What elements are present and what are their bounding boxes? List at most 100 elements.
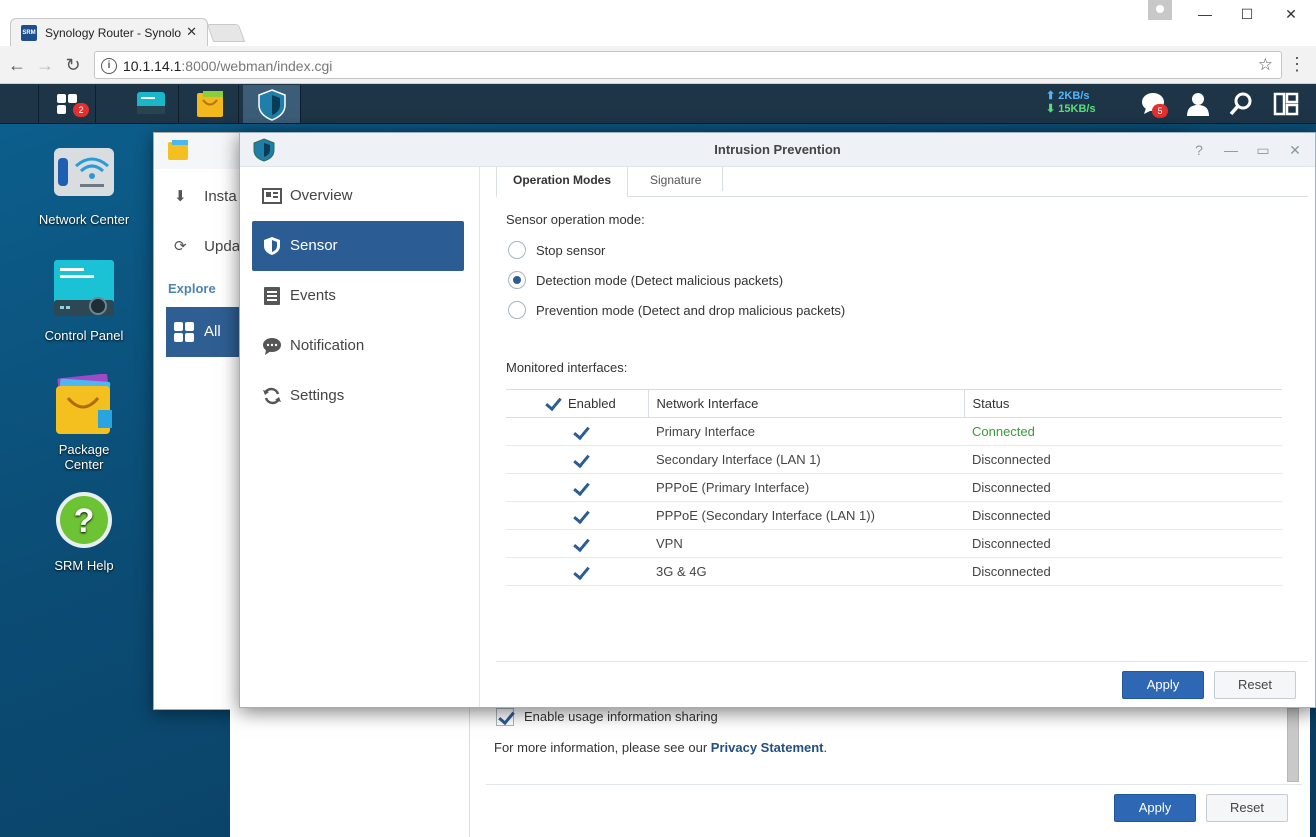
enabled-cell[interactable] — [506, 417, 648, 446]
profile-icon[interactable] — [1148, 0, 1172, 20]
enabled-cell[interactable] — [506, 557, 648, 586]
ips-sidebar: Overview Sensor Events Notification Sett… — [240, 167, 480, 707]
user-button[interactable] — [1184, 90, 1212, 118]
minimize-icon[interactable]: — — [1190, 4, 1220, 24]
package-sidebar-update[interactable]: ⟳ Upda — [174, 237, 240, 255]
search-icon — [1229, 92, 1252, 116]
interface-enabled-checkbox[interactable] — [572, 508, 590, 524]
enabled-cell[interactable] — [506, 529, 648, 558]
ips-titlebar[interactable]: Intrusion Prevention ? — ▭ ✕ — [240, 133, 1315, 167]
table-row[interactable]: VPN Disconnected — [506, 529, 1282, 558]
taskbar-control-panel[interactable] — [121, 85, 179, 123]
package-sidebar-all[interactable]: All — [166, 307, 246, 357]
download-rate-value: 15KB/s — [1058, 103, 1096, 115]
widgets-button[interactable] — [1272, 90, 1300, 118]
sidebar-item-label: Settings — [290, 387, 345, 404]
svg-text:?: ? — [74, 502, 95, 540]
close-window-icon[interactable]: ✕ — [1276, 4, 1306, 24]
list-icon — [264, 287, 280, 305]
sensor-mode-label: Sensor operation mode: — [506, 212, 645, 227]
package-sidebar-label: All — [204, 323, 221, 340]
sidebar-item-sensor[interactable]: Sensor — [252, 221, 464, 271]
table-row[interactable]: Primary Interface Connected — [506, 417, 1282, 446]
desktop-icon-srm-help[interactable]: ? SRM Help — [24, 490, 144, 573]
enabled-cell[interactable] — [506, 445, 648, 474]
minimize-icon[interactable]: — — [1220, 140, 1242, 160]
desktop-icon-package-center[interactable]: Package Center — [24, 373, 144, 472]
main-menu-button[interactable]: 2 — [38, 85, 96, 123]
radio-detection-mode[interactable] — [508, 271, 526, 289]
radio-stop-sensor[interactable] — [508, 241, 526, 259]
interface-name: PPPoE (Primary Interface) — [648, 473, 964, 502]
privacy-info-prefix: For more information, please see our — [494, 740, 711, 755]
privacy-statement-link[interactable]: Privacy Statement — [711, 740, 824, 755]
bookmark-star-icon[interactable]: ☆ — [1258, 55, 1273, 75]
interface-name: PPPoE (Secondary Interface (LAN 1)) — [648, 501, 964, 530]
shopping-bag-icon — [197, 91, 223, 117]
reset-button[interactable]: Reset — [1214, 671, 1296, 699]
table-row[interactable]: PPPoE (Secondary Interface (LAN 1)) Disc… — [506, 501, 1282, 530]
column-header-enabled[interactable]: Enabled — [506, 389, 648, 418]
interface-status: Disconnected — [964, 473, 1282, 502]
apply-button[interactable]: Apply — [1122, 671, 1204, 699]
interface-enabled-checkbox[interactable] — [572, 480, 590, 496]
interface-name: VPN — [648, 529, 964, 558]
maximize-icon[interactable]: ☐ — [1232, 4, 1262, 24]
column-header-network-interface[interactable]: Network Interface — [647, 389, 964, 418]
maximize-icon[interactable]: ▭ — [1252, 140, 1274, 160]
sidebar-item-settings[interactable]: Settings — [252, 371, 464, 421]
package-sidebar-installed[interactable]: ⬇ Insta — [174, 187, 237, 205]
column-header-status[interactable]: Status — [963, 389, 1282, 418]
table-row[interactable]: 3G & 4G Disconnected — [506, 557, 1282, 586]
help-icon[interactable]: ? — [1188, 140, 1210, 160]
usage-sharing-checkbox[interactable] — [496, 708, 514, 726]
table-row[interactable]: Secondary Interface (LAN 1) Disconnected — [506, 445, 1282, 474]
ips-main-panel: Operation Modes Signature Sensor operati… — [496, 167, 1308, 707]
notifications-button[interactable]: 5 — [1140, 90, 1168, 118]
package-reset-button[interactable]: Reset — [1206, 794, 1288, 822]
user-icon — [1187, 93, 1209, 116]
sidebar-item-notification[interactable]: Notification — [252, 321, 464, 371]
window-title: Intrusion Prevention — [714, 142, 841, 157]
package-apply-button[interactable]: Apply — [1114, 794, 1196, 822]
control-panel-icon — [137, 92, 165, 114]
tab-operation-modes[interactable]: Operation Modes — [496, 167, 629, 198]
interface-enabled-checkbox[interactable] — [572, 452, 590, 468]
divider — [486, 784, 1302, 785]
interface-name: Secondary Interface (LAN 1) — [648, 445, 964, 474]
upload-rate: ⬆ 2KB/s — [1046, 90, 1090, 102]
desktop-icon-label: Control Panel — [44, 328, 124, 343]
shield-icon — [264, 237, 280, 255]
url-text: 10.1.14.1:8000/webman/index.cgi — [123, 58, 332, 74]
search-button[interactable] — [1228, 90, 1256, 118]
tab-title: Synology Router - Synolo — [45, 26, 182, 40]
tab-signature[interactable]: Signature — [634, 167, 717, 197]
reload-icon[interactable]: ↻ — [62, 54, 84, 76]
browser-tab[interactable]: SRM Synology Router - Synolo ✕ — [10, 18, 208, 46]
download-icon: ⬇ — [174, 188, 187, 205]
new-tab-button[interactable] — [206, 24, 246, 42]
taskbar-package-center[interactable] — [181, 85, 239, 123]
close-icon[interactable]: ✕ — [1284, 140, 1306, 160]
sidebar-item-overview[interactable]: Overview — [252, 171, 464, 221]
site-info-icon[interactable]: i — [101, 58, 117, 74]
scrollbar[interactable] — [1287, 708, 1299, 782]
taskbar-intrusion-prevention[interactable] — [243, 85, 301, 123]
table-row[interactable]: PPPoE (Primary Interface) Disconnected — [506, 473, 1282, 502]
select-all-checkbox[interactable] — [544, 395, 562, 411]
enabled-cell[interactable] — [506, 473, 648, 502]
back-icon[interactable]: ← — [6, 54, 28, 76]
sidebar-item-events[interactable]: Events — [252, 271, 464, 321]
package-sidebar-label: Upda — [204, 238, 241, 255]
enabled-cell[interactable] — [506, 501, 648, 530]
tab-close-icon[interactable]: ✕ — [186, 24, 197, 40]
browser-menu-icon[interactable]: ⋮ — [1288, 54, 1306, 74]
radio-prevention-mode[interactable] — [508, 301, 526, 319]
desktop-icon-network-center[interactable]: Network Center — [24, 144, 144, 227]
interface-enabled-checkbox[interactable] — [572, 536, 590, 552]
interface-enabled-checkbox[interactable] — [572, 424, 590, 440]
interface-enabled-checkbox[interactable] — [572, 564, 590, 580]
address-bar[interactable]: i 10.1.14.1:8000/webman/index.cgi ☆ — [94, 51, 1282, 79]
forward-icon[interactable]: → — [34, 54, 56, 76]
desktop-icon-control-panel[interactable]: Control Panel — [24, 260, 144, 343]
